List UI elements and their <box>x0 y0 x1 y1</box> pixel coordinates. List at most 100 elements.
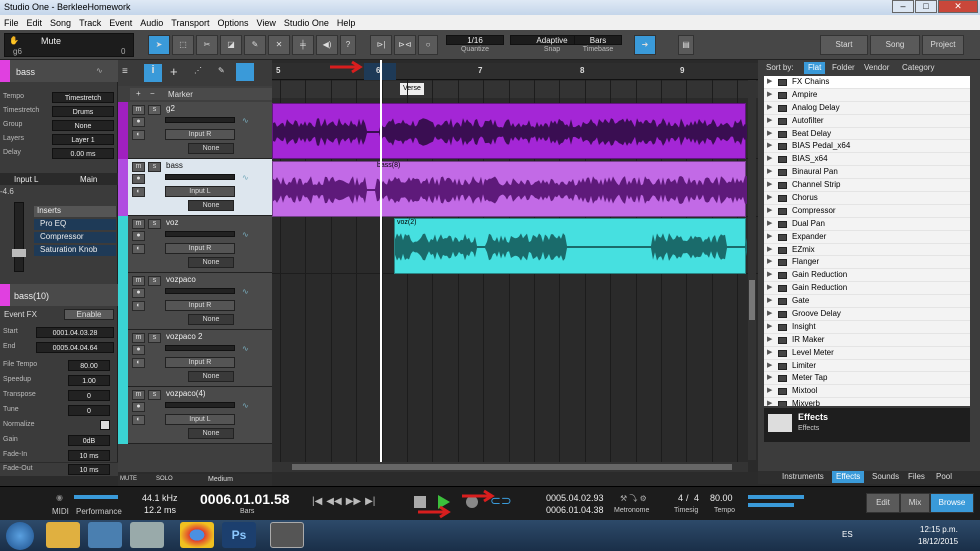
scroll-thumb[interactable] <box>749 280 755 320</box>
photoshop-icon[interactable]: Ps <box>222 522 256 548</box>
solo-button[interactable]: s <box>148 390 161 400</box>
edit-icon[interactable]: ✎ <box>218 66 225 75</box>
menu-song[interactable]: Song <box>46 18 75 28</box>
track-volume-fader[interactable] <box>165 174 235 180</box>
track-name[interactable]: voz <box>166 218 178 227</box>
output-select[interactable]: Main <box>80 175 97 184</box>
explorer-icon[interactable] <box>46 522 80 548</box>
browser-item[interactable]: ▶ Mixtool <box>764 385 970 399</box>
browser-item[interactable]: ▶ Level Meter <box>764 347 970 360</box>
event-row-value[interactable]: 0001.04.03.28 <box>36 327 114 338</box>
film-button[interactable]: ▤ <box>678 35 694 55</box>
expand-arrow-icon[interactable]: ▶ <box>767 256 772 269</box>
track-volume-fader[interactable] <box>165 117 235 123</box>
forward-icon[interactable]: ▶▶ <box>346 496 361 507</box>
automation-icon[interactable]: ⋰ <box>194 66 202 75</box>
menu-help[interactable]: Help <box>333 18 360 28</box>
expand-arrow-icon[interactable]: ▶ <box>767 76 772 89</box>
solo-button[interactable]: s <box>148 219 161 229</box>
audio-clip[interactable] <box>272 103 747 159</box>
event-row-gain[interactable]: Gain 0dB <box>0 434 118 447</box>
track-header[interactable]: m s ● ◐ vozpaco 2 Input R None ∿ <box>118 330 272 387</box>
browse-view-button[interactable]: Browse <box>930 493 974 513</box>
split-tool-button[interactable]: ✂ <box>196 35 218 55</box>
event-row-value[interactable]: 80.00 <box>68 360 110 371</box>
expand-arrow-icon[interactable]: ▶ <box>767 140 772 153</box>
browser-item[interactable]: ▶ Beat Delay <box>764 128 970 141</box>
browser-item[interactable]: ▶ Groove Delay <box>764 308 970 321</box>
arrow-tool-button[interactable]: ➤ <box>148 35 170 55</box>
track-volume-fader[interactable] <box>165 345 235 351</box>
studio-one-icon[interactable] <box>270 522 304 548</box>
track-name[interactable]: vozpaco(4) <box>166 389 206 398</box>
track-height-select[interactable]: Medium <box>208 476 233 483</box>
rewind-icon[interactable]: ◀◀ <box>326 496 341 507</box>
expand-arrow-icon[interactable]: ▶ <box>767 269 772 282</box>
listen-tool-button[interactable]: ◀) <box>316 35 338 55</box>
close-button[interactable]: ✕ <box>938 0 978 13</box>
sort-tab-flat[interactable]: Flat <box>804 62 826 74</box>
monitor-button[interactable]: ◐ <box>132 301 145 311</box>
browser-item[interactable]: ▶ Dual Pan <box>764 218 970 231</box>
tab-sounds[interactable]: Sounds <box>868 471 903 483</box>
browser-item[interactable]: ▶ Binaural Pan <box>764 166 970 180</box>
event-row-value[interactable]: 0005.04.04.64 <box>36 342 114 353</box>
event-row-fade-in[interactable]: Fade-In 10 ms <box>0 449 118 462</box>
track-group-select[interactable]: None <box>188 314 234 325</box>
start-button[interactable]: Start <box>820 35 868 55</box>
autoscroll-button[interactable]: ⊳| <box>370 35 392 55</box>
event-row-value[interactable]: 1.00 <box>68 375 110 386</box>
event-row-tune[interactable]: Tune 0 <box>0 404 118 417</box>
mute-button[interactable]: m <box>132 219 145 229</box>
mute-button[interactable]: m <box>132 162 145 172</box>
record-arm-button[interactable]: ● <box>132 345 145 355</box>
track-volume-fader[interactable] <box>165 288 235 294</box>
start-orb-icon[interactable] <box>6 522 34 550</box>
insert-slot[interactable]: Compressor <box>34 232 116 243</box>
event-row-file-tempo[interactable]: File Tempo 80.00 <box>0 359 118 372</box>
track-header[interactable]: m s ● ◐ g2 Input R None ∿ <box>118 102 272 159</box>
track-header[interactable]: m s ● ◐ vozpaco Input R None ∿ <box>118 273 272 330</box>
inspector-row-value[interactable]: 0.00 ms <box>52 148 114 159</box>
record-arm-button[interactable]: ● <box>132 117 145 127</box>
enable-button[interactable]: Enable <box>64 309 114 320</box>
audio-clip[interactable]: bass(8) <box>272 161 747 217</box>
track-input-select[interactable]: Input R <box>165 300 235 311</box>
add-track-icon[interactable]: + <box>170 64 178 79</box>
browser-item[interactable]: ▶ Insight <box>764 321 970 334</box>
menu-transport[interactable]: Transport <box>167 18 213 28</box>
track-name[interactable]: vozpaco 2 <box>166 332 202 341</box>
inspector-row-timestretch[interactable]: Timestretch Drums <box>0 105 118 118</box>
sort-tab-vendor[interactable]: Vendor <box>860 62 893 74</box>
sort-tab-category[interactable]: Category <box>898 62 938 74</box>
tab-pool[interactable]: Pool <box>932 471 956 483</box>
expand-arrow-icon[interactable]: ▶ <box>767 295 772 308</box>
zoom-button[interactable]: ○ <box>418 35 438 55</box>
expand-arrow-icon[interactable]: ▶ <box>767 192 772 205</box>
track-input-select[interactable]: Input L <box>165 186 235 197</box>
track-header[interactable]: m s ● ◐ vozpaco(4) Input L None ∿ <box>118 387 272 444</box>
track-name[interactable]: g2 <box>166 104 175 113</box>
track-group-select[interactable]: None <box>188 143 234 154</box>
browser-item[interactable]: ▶ Analog Delay <box>764 102 970 115</box>
track-volume-fader[interactable] <box>165 402 235 408</box>
snap-mode-button[interactable]: ⊳⊲ <box>394 35 416 55</box>
browser-item[interactable]: ▶ Gain Reduction <box>764 282 970 296</box>
track-header[interactable]: m s ● ◐ voz Input R None ∿ <box>118 216 272 273</box>
insert-slot[interactable]: Pro EQ <box>34 219 116 230</box>
normalize-checkbox[interactable] <box>100 420 110 430</box>
vertical-scrollbar[interactable] <box>748 80 756 460</box>
help-button[interactable]: ? <box>340 35 356 55</box>
browser-item[interactable]: ▶ FX Chains <box>764 76 970 89</box>
track-input-select[interactable]: Input R <box>165 129 235 140</box>
record-arm-button[interactable]: ● <box>132 174 145 184</box>
expand-arrow-icon[interactable]: ▶ <box>767 282 772 295</box>
inspector-row-value[interactable]: Timestretch <box>52 92 114 103</box>
project-button[interactable]: Project <box>922 35 964 55</box>
scroll-thumb[interactable] <box>292 464 732 470</box>
expand-arrow-icon[interactable]: ▶ <box>767 89 772 102</box>
track-header[interactable]: m s ● ◐ bass Input L None ∿ <box>118 159 272 216</box>
record-arm-button[interactable]: ● <box>132 288 145 298</box>
inspector-row-delay[interactable]: Delay 0.00 ms <box>0 147 118 160</box>
menu-track[interactable]: Track <box>75 18 105 28</box>
